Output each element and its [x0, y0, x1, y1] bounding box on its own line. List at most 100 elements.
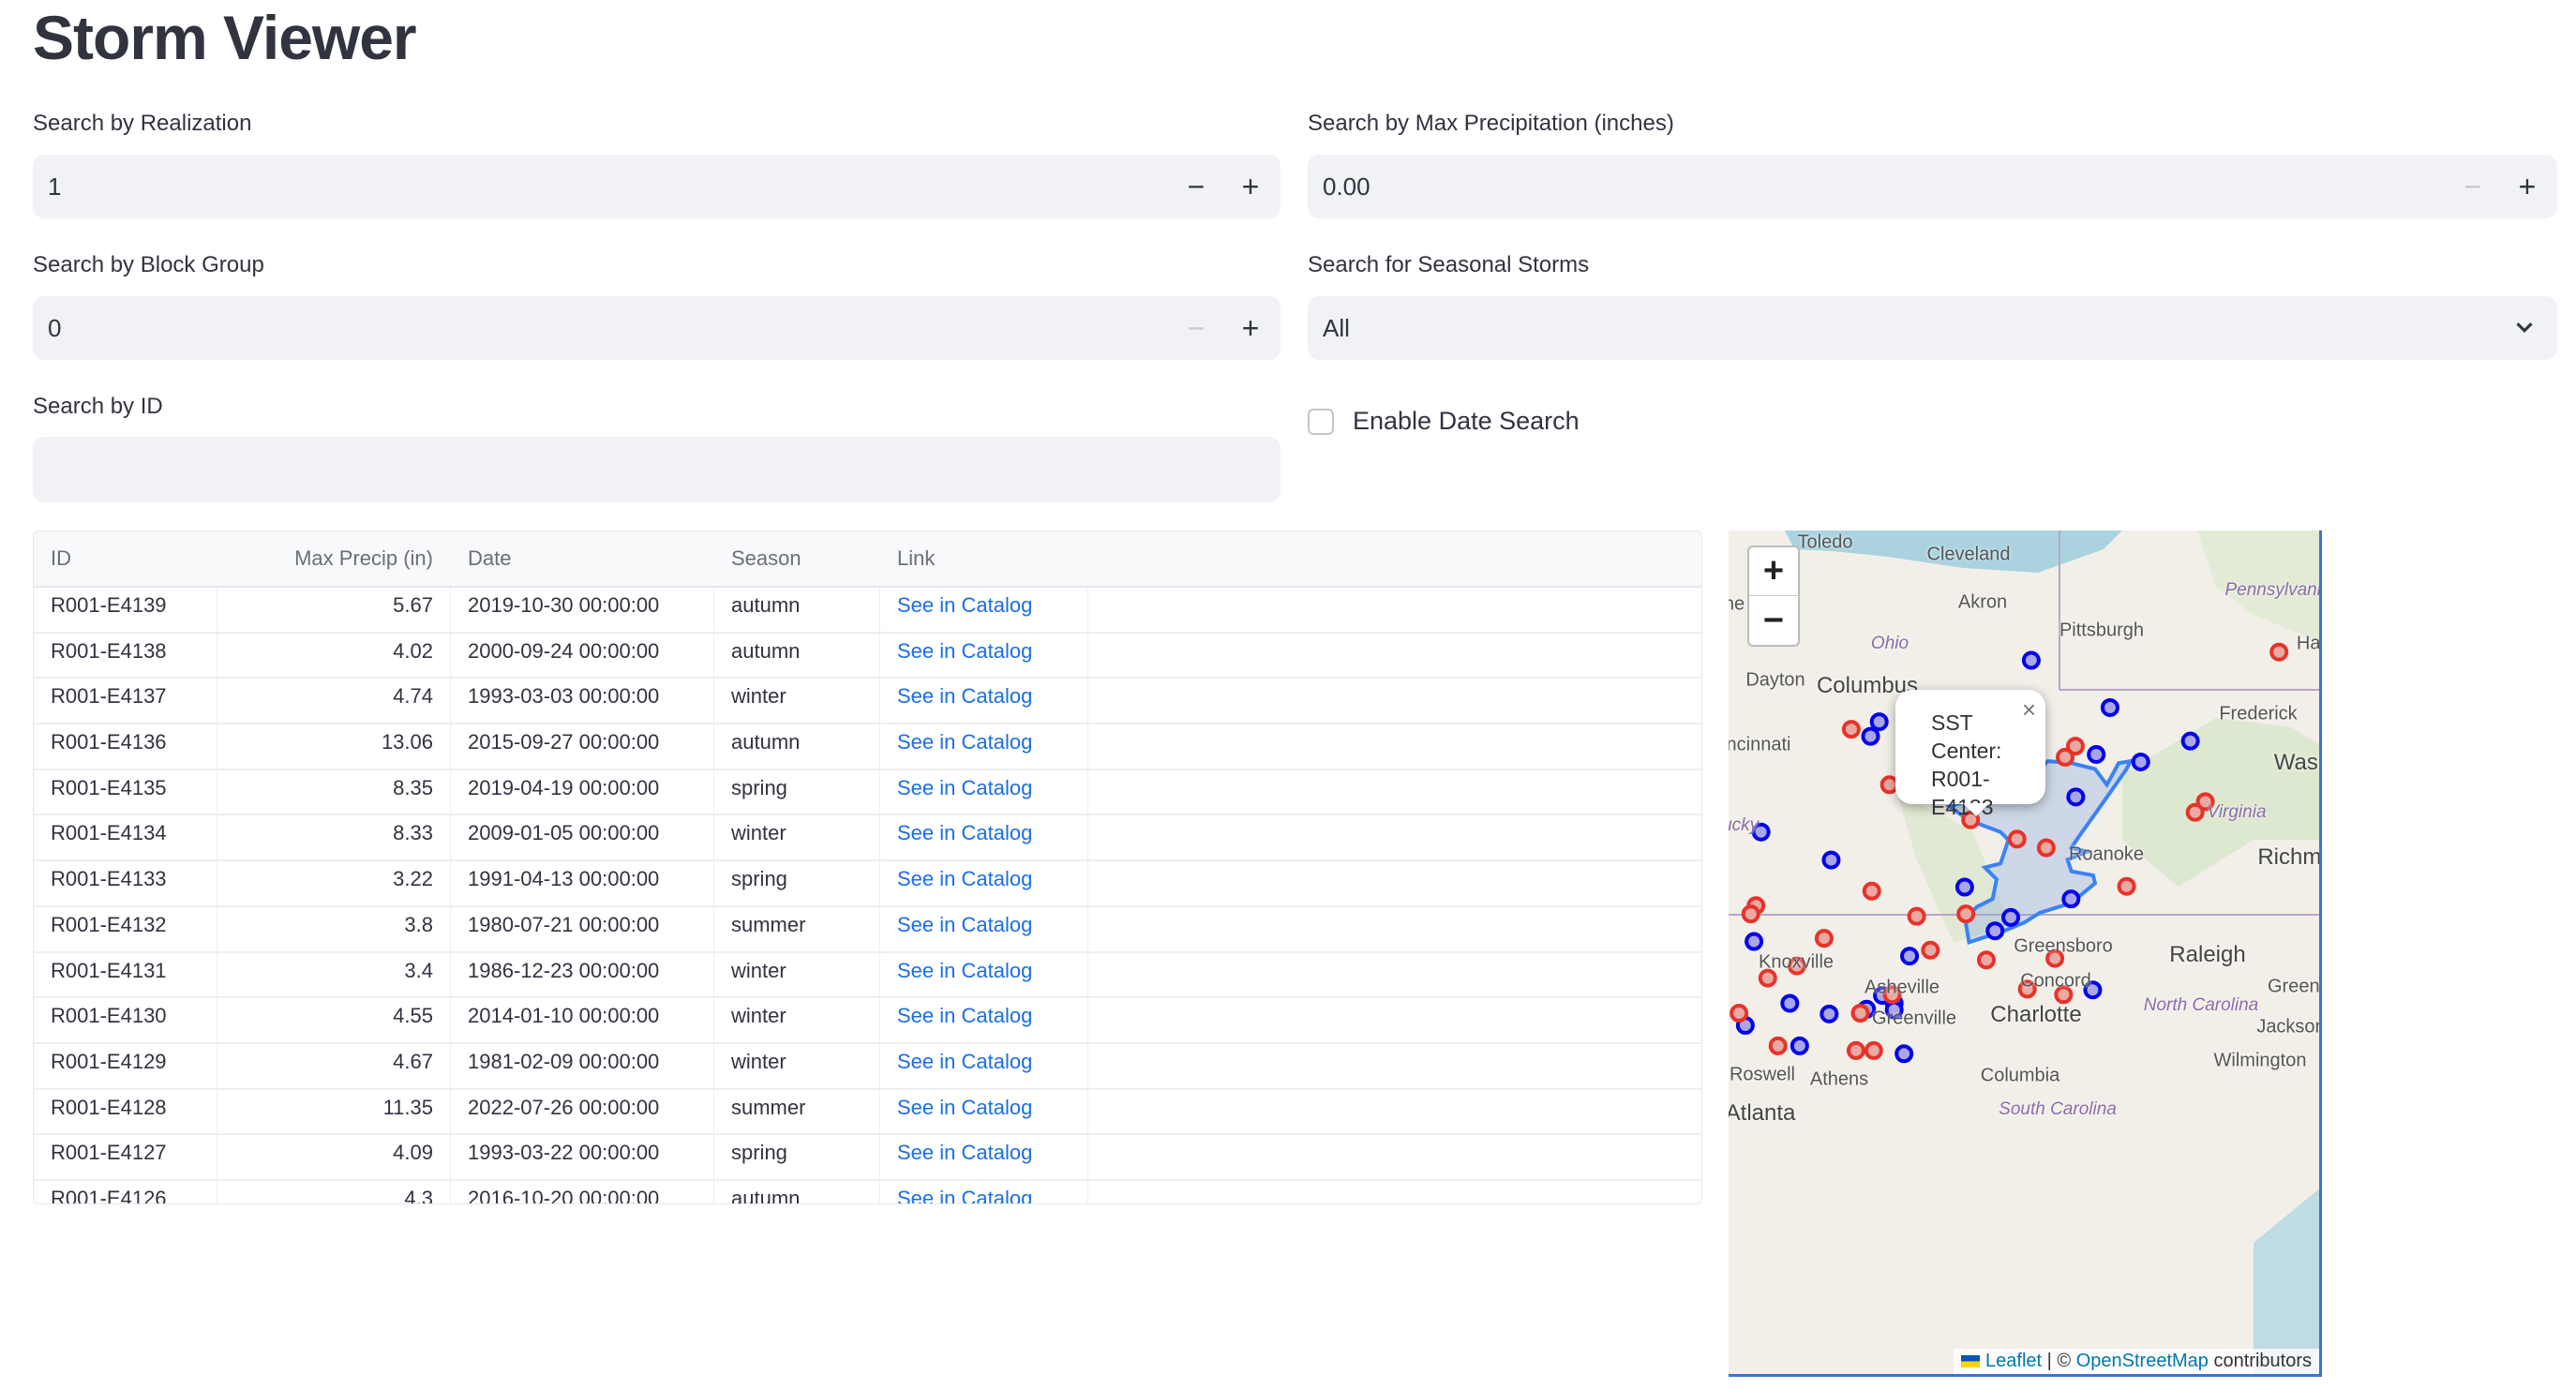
attribution-separator: | © — [2046, 1351, 2072, 1371]
storm-map[interactable]: Toledo Cleveland Akron Pittsburgh Pennsy… — [1729, 530, 2322, 1377]
map-label: Greenville — [1871, 1008, 1957, 1029]
storm-center-marker[interactable] — [2185, 802, 2205, 822]
storm-center-marker[interactable] — [2087, 744, 2106, 764]
storm-center-marker[interactable] — [1780, 993, 1800, 1013]
storm-center-marker[interactable] — [2180, 731, 2200, 751]
storm-center-marker[interactable] — [1790, 1036, 1809, 1055]
storm-center-marker[interactable] — [1954, 877, 1974, 897]
storm-center-marker[interactable] — [1869, 712, 1889, 732]
cell-max-precip: 8.33 — [217, 815, 451, 860]
page-title: Storm Viewer — [33, 3, 417, 72]
date-search-label: Enable Date Search — [1353, 407, 1580, 435]
storm-center-marker[interactable] — [1841, 720, 1861, 739]
storm-center-marker[interactable] — [2061, 889, 2081, 909]
zoom-out-button[interactable]: − — [1749, 596, 1798, 645]
catalog-link[interactable]: See in Catalog — [880, 1135, 1088, 1179]
storm-center-marker[interactable] — [1956, 904, 1976, 924]
zoom-in-button[interactable]: + — [1749, 547, 1798, 596]
storm-center-marker[interactable] — [1850, 1004, 1870, 1023]
cell-id: R001-E4132 — [34, 906, 217, 951]
storm-center-marker[interactable] — [1895, 1044, 1914, 1064]
cell-date: 2019-10-30 00:00:00 — [451, 588, 714, 632]
storm-center-marker[interactable] — [2131, 752, 2150, 771]
max-precip-label: Search by Max Precipitation (inches) — [1308, 111, 1674, 136]
storm-center-marker[interactable] — [1821, 850, 1841, 870]
storm-center-marker[interactable] — [2269, 642, 2289, 662]
storm-center-marker[interactable] — [1907, 906, 1926, 926]
catalog-link[interactable]: See in Catalog — [880, 679, 1088, 724]
catalog-link[interactable]: See in Catalog — [880, 1043, 1088, 1088]
cell-season: winter — [714, 815, 880, 860]
storm-center-marker[interactable] — [1730, 1004, 1749, 1023]
storm-center-marker[interactable] — [2100, 697, 2119, 717]
map-label: ncinnati — [1729, 734, 1791, 755]
cell-date: 1993-03-03 00:00:00 — [451, 679, 714, 724]
max-precip-decrement-button[interactable]: − — [2447, 155, 2499, 218]
map-label: Wash — [2273, 750, 2319, 775]
block-group-decrement-button[interactable]: − — [1170, 296, 1222, 360]
catalog-link[interactable]: See in Catalog — [880, 952, 1088, 997]
storm-center-marker[interactable] — [1846, 1040, 1865, 1060]
storm-center-marker[interactable] — [2001, 907, 2021, 927]
catalog-link[interactable]: See in Catalog — [880, 769, 1088, 814]
block-group-increment-button[interactable]: + — [1224, 296, 1277, 360]
date-search-checkbox[interactable] — [1308, 409, 1334, 435]
storm-center-marker[interactable] — [1861, 726, 1880, 746]
cell-season: winter — [714, 952, 880, 997]
max-precip-increment-button[interactable]: + — [2501, 155, 2554, 218]
catalog-link[interactable]: See in Catalog — [880, 1180, 1088, 1203]
block-group-label: Search by Block Group — [33, 252, 264, 277]
realization-increment-button[interactable]: + — [1224, 155, 1277, 218]
storm-center-marker[interactable] — [1768, 1036, 1788, 1055]
storm-center-marker[interactable] — [1820, 1004, 1839, 1023]
storm-center-marker[interactable] — [1741, 904, 1760, 924]
catalog-link[interactable]: See in Catalog — [880, 861, 1088, 905]
realization-input[interactable]: 1 − + — [33, 155, 1281, 218]
storm-center-marker[interactable] — [1985, 921, 2005, 941]
column-header-season[interactable]: Season — [714, 531, 880, 586]
storm-center-marker[interactable] — [1900, 947, 1920, 966]
table-row: R001-E4137 4.74 1993-03-03 00:00:00 winter S… — [34, 679, 1701, 725]
osm-link[interactable]: OpenStreetMap — [2076, 1351, 2209, 1371]
storm-center-marker[interactable] — [2036, 838, 2056, 858]
catalog-link[interactable]: See in Catalog — [880, 633, 1088, 678]
cell-id: R001-E4130 — [34, 998, 217, 1042]
storm-center-marker[interactable] — [1921, 940, 1940, 960]
map-label: Ohio — [1870, 634, 1910, 653]
catalog-link[interactable]: See in Catalog — [880, 588, 1088, 632]
storm-center-marker[interactable] — [1864, 1040, 1883, 1060]
storm-center-marker[interactable] — [2056, 747, 2075, 767]
storm-center-marker[interactable] — [2117, 876, 2136, 896]
cell-date: 2000-09-24 00:00:00 — [451, 633, 714, 678]
id-label: Search by ID — [33, 394, 163, 419]
storm-center-marker[interactable] — [2007, 829, 2027, 849]
catalog-link[interactable]: See in Catalog — [880, 1089, 1088, 1134]
map-label: Toledo — [1797, 531, 1853, 553]
catalog-link[interactable]: See in Catalog — [880, 815, 1088, 860]
storm-center-marker[interactable] — [1862, 881, 1881, 901]
storm-center-marker[interactable] — [1976, 950, 1996, 970]
storm-center-marker[interactable] — [2066, 787, 2086, 807]
cell-max-precip: 4.74 — [217, 679, 451, 724]
realization-decrement-button[interactable]: − — [1170, 155, 1222, 218]
block-group-input[interactable]: 0 − + — [33, 296, 1281, 360]
column-header-date[interactable]: Date — [451, 531, 714, 586]
column-header-max-precip[interactable]: Max Precip (in) — [217, 531, 451, 586]
leaflet-link[interactable]: Leaflet — [1985, 1351, 2042, 1371]
column-header-link[interactable]: Link — [880, 531, 1088, 586]
popup-text: SST Center: R001-E4133 — [1931, 710, 2002, 819]
popup-close-button[interactable]: × — [2022, 695, 2036, 724]
storm-center-marker[interactable] — [2021, 650, 2041, 670]
storm-center-marker[interactable] — [1745, 932, 1764, 951]
catalog-link[interactable]: See in Catalog — [880, 906, 1088, 951]
storm-center-marker[interactable] — [1814, 929, 1834, 948]
ukraine-flag-icon — [1961, 1355, 1981, 1368]
catalog-link[interactable]: See in Catalog — [880, 998, 1088, 1042]
column-header-id[interactable]: ID — [34, 531, 217, 586]
id-search-input[interactable] — [33, 437, 1281, 502]
cell-max-precip: 13.06 — [217, 724, 451, 769]
seasonal-select[interactable]: All — [1308, 296, 2557, 360]
max-precip-input[interactable]: 0.00 − + — [1308, 155, 2557, 218]
catalog-link[interactable]: See in Catalog — [880, 724, 1088, 769]
map-label: Jacksonv — [2256, 1016, 2319, 1038]
